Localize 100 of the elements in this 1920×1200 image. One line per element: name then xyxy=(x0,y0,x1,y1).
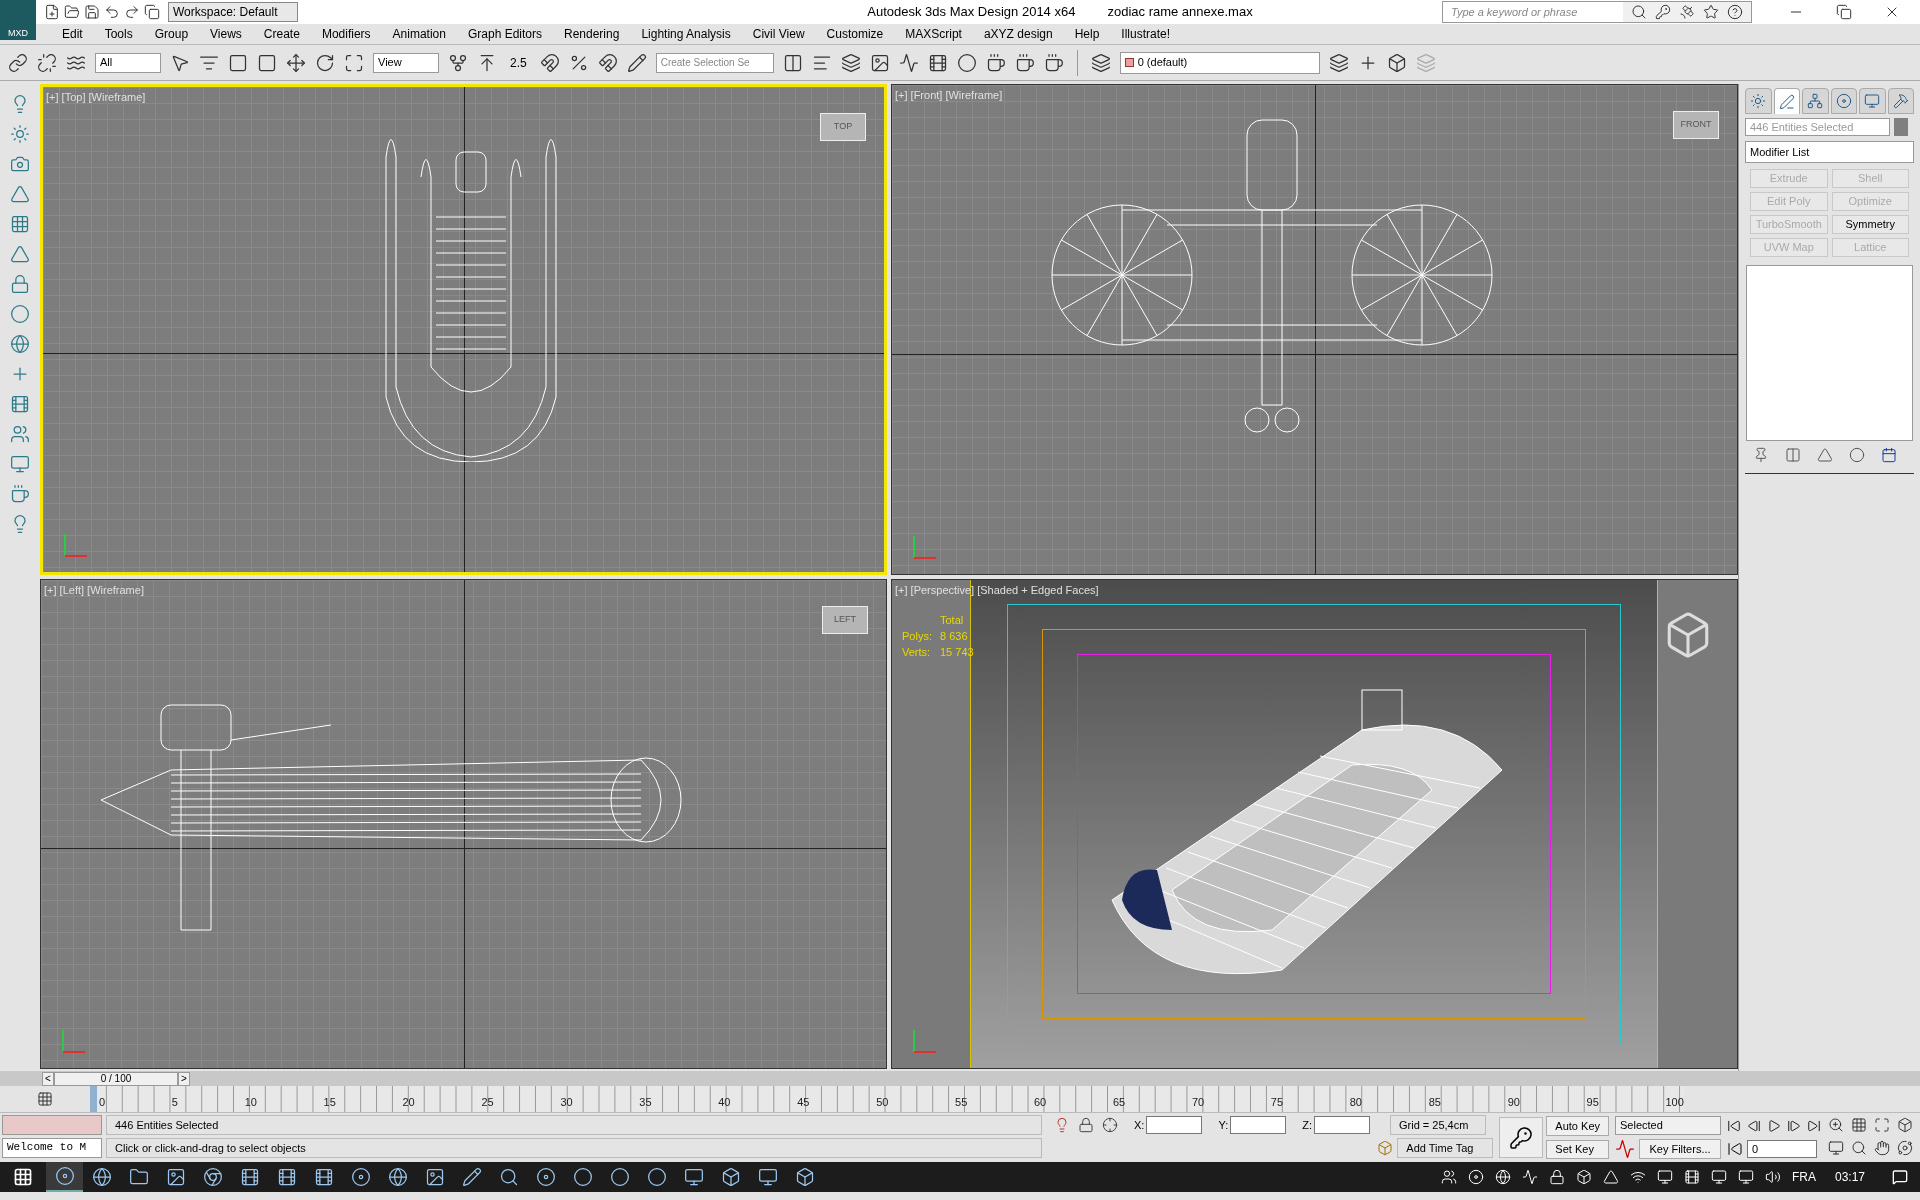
set-key-button[interactable]: Set Key xyxy=(1546,1139,1609,1159)
menu-item[interactable]: aXYZ design xyxy=(975,25,1061,43)
set-key-icon[interactable] xyxy=(1509,1125,1534,1150)
open-folder-icon[interactable] xyxy=(64,4,80,20)
command-column-icon[interactable] xyxy=(10,184,30,204)
modifier-list-dropdown[interactable]: Modifier List xyxy=(1745,141,1914,163)
command-column-icon[interactable] xyxy=(10,454,30,474)
tray-icon[interactable] xyxy=(1467,1169,1484,1185)
selection-filter-dropdown[interactable]: All xyxy=(95,52,161,73)
browser-icon[interactable] xyxy=(91,1167,112,1187)
command-panel-tab[interactable] xyxy=(1773,88,1800,114)
modifier-button[interactable]: Symmetry xyxy=(1831,215,1909,234)
viewport-navigation-icon[interactable] xyxy=(1897,1139,1913,1156)
tray-icon[interactable] xyxy=(1575,1169,1592,1185)
viewport-navigation-icon[interactable] xyxy=(1828,1139,1844,1156)
link-icon[interactable] xyxy=(8,52,28,73)
coordinate-field[interactable] xyxy=(1230,1116,1287,1134)
app-logo[interactable]: MXD xyxy=(0,0,36,40)
menu-item[interactable]: Tools xyxy=(96,25,141,43)
tray-icon[interactable] xyxy=(1764,1169,1781,1185)
command-column-icon[interactable] xyxy=(10,394,30,414)
unlink-icon[interactable] xyxy=(37,52,57,73)
layer-manager-icon[interactable] xyxy=(840,52,861,73)
command-panel-tab[interactable] xyxy=(1859,88,1886,114)
command-panel-tab[interactable] xyxy=(1830,88,1857,114)
photo-app-icon[interactable] xyxy=(424,1167,445,1187)
key-tangent-icon[interactable] xyxy=(1615,1139,1635,1159)
new-layer-icon[interactable] xyxy=(1328,52,1349,73)
menu-item[interactable]: Create xyxy=(255,25,308,43)
coordinate-field[interactable] xyxy=(1314,1116,1370,1134)
command-column-icon[interactable] xyxy=(10,274,30,294)
listener-input[interactable] xyxy=(2,1115,102,1135)
viewport-navigation-icon[interactable] xyxy=(1828,1117,1844,1133)
time-slider[interactable]: < 0 / 100 > xyxy=(42,1071,190,1086)
object-color-swatch[interactable] xyxy=(1894,118,1908,136)
current-frame-field[interactable]: 0 xyxy=(1747,1140,1817,1158)
command-panel-tab[interactable] xyxy=(1745,88,1772,114)
tray-icon[interactable] xyxy=(1494,1169,1511,1185)
coordinate-field[interactable] xyxy=(1146,1116,1203,1134)
tray-icon[interactable] xyxy=(1440,1169,1457,1185)
menu-item[interactable]: Graph Editors xyxy=(459,25,550,43)
menu-item[interactable]: Group xyxy=(146,25,197,43)
workspace-dropdown[interactable]: Workspace: Default xyxy=(168,2,298,22)
notifications-icon[interactable] xyxy=(1892,1169,1908,1185)
window-crossing-icon[interactable] xyxy=(257,52,277,73)
key-mode-dropdown[interactable]: Selected xyxy=(1615,1116,1721,1135)
menu-item[interactable]: Customize xyxy=(818,25,892,43)
named-selection-field[interactable]: Create Selection Se xyxy=(655,52,774,73)
command-column-icon[interactable] xyxy=(10,424,30,444)
tray-icon[interactable] xyxy=(1737,1169,1754,1185)
snap-toggle[interactable]: 2.5 xyxy=(506,53,531,72)
start-icon[interactable] xyxy=(13,1167,33,1187)
previous-frame-button[interactable]: < xyxy=(42,1071,54,1086)
listener-output[interactable]: Welcome to M xyxy=(2,1138,102,1158)
search-app-icon[interactable] xyxy=(498,1167,519,1187)
viewport[interactable]: [+] [Left] [Wireframe] LEFT xyxy=(40,578,887,1069)
current-frame-marker[interactable] xyxy=(90,1086,97,1112)
command-column-icon[interactable] xyxy=(10,484,30,504)
go-to-end-icon[interactable] xyxy=(1807,1118,1821,1134)
undo-icon[interactable] xyxy=(104,4,120,20)
tray-icon[interactable] xyxy=(1656,1169,1673,1185)
input-language[interactable]: FRA xyxy=(1791,1168,1816,1186)
command-column-icon[interactable] xyxy=(10,304,30,324)
new-file-icon[interactable] xyxy=(44,4,60,20)
auto-key-button[interactable]: Auto Key xyxy=(1546,1116,1609,1136)
tray-icon[interactable] xyxy=(1548,1169,1565,1185)
tray-icon[interactable] xyxy=(1602,1169,1619,1185)
layer-dropdown[interactable]: 0 (default) xyxy=(1119,51,1320,74)
menu-item[interactable]: Animation xyxy=(384,25,454,43)
menu-item[interactable]: Rendering xyxy=(556,25,628,43)
folder-icon[interactable] xyxy=(128,1167,149,1187)
command-panel-tab[interactable] xyxy=(1887,88,1914,114)
menu-item[interactable]: MAXScript xyxy=(897,25,970,43)
menu-item[interactable]: Illustrate! xyxy=(1113,25,1179,43)
viewport-navigation-icon[interactable] xyxy=(1851,1139,1867,1156)
command-column-icon[interactable] xyxy=(10,154,30,174)
modifier-stack[interactable] xyxy=(1746,265,1913,441)
key-filters-button[interactable]: Key Filters... xyxy=(1639,1139,1721,1159)
tray-icon[interactable] xyxy=(1683,1169,1700,1185)
command-panel-tab[interactable] xyxy=(1802,88,1829,114)
viewport[interactable]: [+] [Front] [Wireframe] FRONT xyxy=(891,84,1738,575)
save-icon[interactable] xyxy=(84,4,100,20)
rectangle-selection-icon[interactable] xyxy=(228,52,248,73)
layers-icon[interactable] xyxy=(1090,52,1111,73)
viewport-navigation-icon[interactable] xyxy=(1851,1117,1867,1133)
command-column-icon[interactable] xyxy=(10,244,30,264)
viewport[interactable]: [+] [Top] [Wireframe] TOP xyxy=(40,84,887,575)
clock[interactable]: 03:17 xyxy=(1834,1168,1865,1186)
restore-icon[interactable] xyxy=(1836,4,1852,20)
rotate-icon[interactable] xyxy=(315,52,335,73)
go-to-start-icon[interactable] xyxy=(1727,1118,1741,1134)
menu-item[interactable]: Civil View xyxy=(744,25,813,43)
menu-item[interactable]: Views xyxy=(202,25,250,43)
move-icon[interactable] xyxy=(286,52,306,73)
menu-item[interactable]: Modifiers xyxy=(313,25,379,43)
view-cube[interactable]: FRONT xyxy=(1673,111,1719,139)
project-folder-icon[interactable] xyxy=(144,4,160,20)
pin-stack-icon[interactable] xyxy=(1753,447,1769,463)
photo-editor-icon[interactable] xyxy=(165,1167,186,1187)
play-icon[interactable] xyxy=(1767,1118,1781,1134)
